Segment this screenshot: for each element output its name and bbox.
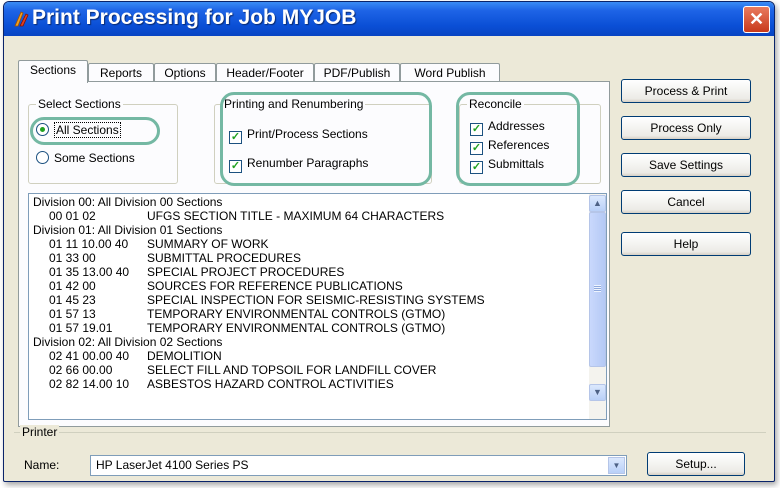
list-item-section[interactable]: 01 57 13 TEMPORARY ENVIRONMENTAL CONTROLS…: [49, 307, 569, 321]
section-title: TEMPORARY ENVIRONMENTAL CONTROLS (GTMO): [147, 321, 446, 335]
scroll-thumb[interactable]: [589, 212, 606, 367]
section-number: 01 35 13.00 40: [49, 265, 130, 279]
section-number: 01 42 00: [49, 279, 96, 293]
checkmark-icon: ✓: [229, 160, 242, 173]
list-item-section[interactable]: 00 01 02 UFGS SECTION TITLE - MAXIMUM 64 …: [49, 209, 569, 223]
division-text: Division 02: All Division 02 Sections: [33, 335, 223, 349]
section-title: SPECIAL PROJECT PROCEDURES: [147, 265, 345, 279]
tab-word-publish[interactable]: Word Publish: [400, 63, 500, 82]
scroll-up-button[interactable]: ▲: [589, 195, 606, 212]
list-item-section[interactable]: 01 11 10.00 40 SUMMARY OF WORK: [49, 237, 569, 251]
title-bar[interactable]: Print Processing for Job MYJOB ✕: [4, 2, 774, 36]
section-number: 01 57 19.01: [49, 321, 113, 335]
printing-renumbering-group: Printing and Renumbering ✓ Print/Process …: [214, 97, 432, 184]
section-title: SELECT FILL AND TOPSOIL FOR LANDFILL COV…: [147, 363, 437, 377]
printer-name-label: Name:: [24, 458, 60, 472]
section-number: 01 45 23: [49, 293, 96, 307]
save-settings-button[interactable]: Save Settings: [621, 153, 751, 177]
grip-icon: [594, 285, 601, 292]
checkmark-icon: ✓: [470, 161, 483, 174]
tab-header-footer[interactable]: Header/Footer: [216, 63, 314, 82]
process-print-button[interactable]: Process & Print: [621, 79, 751, 103]
printing-renumbering-title: Printing and Renumbering: [222, 97, 366, 111]
all-sections-label: All Sections: [54, 122, 121, 138]
section-title: ASBESTOS HAZARD CONTROL ACTIVITIES: [147, 377, 394, 391]
print-processing-dialog: Print Processing for Job MYJOB ✕ Section…: [3, 1, 775, 482]
list-item-division[interactable]: Division 01: All Division 01 Sections: [33, 223, 222, 237]
close-button[interactable]: ✕: [743, 6, 770, 33]
printer-name-value: HP LaserJet 4100 Series PS: [96, 458, 249, 472]
reconcile-group: Reconcile ✓ Addresses ✓ References ✓ Submit…: [459, 97, 601, 184]
dropdown-arrow-icon[interactable]: ▼: [608, 457, 625, 474]
section-number: 01 33 00: [49, 251, 96, 265]
print-process-label: Print/Process Sections: [247, 127, 368, 141]
some-sections-radio[interactable]: Some Sections: [36, 151, 135, 165]
window-title: Print Processing for Job MYJOB: [32, 6, 357, 29]
select-sections-group: Select Sections All Sections Some Sectio…: [28, 97, 178, 184]
scroll-down-button[interactable]: ▼: [589, 384, 606, 401]
section-title: UFGS SECTION TITLE - MAXIMUM 64 CHARACTE…: [147, 209, 445, 223]
app-icon: [14, 11, 29, 27]
setup-button[interactable]: Setup...: [647, 452, 745, 476]
all-sections-radio[interactable]: All Sections: [36, 122, 121, 138]
list-item-section[interactable]: 02 66 00.00 SELECT FILL AND TOPSOIL FOR L…: [49, 363, 569, 377]
list-item-section[interactable]: 02 41 00.00 40 DEMOLITION: [49, 349, 569, 363]
checkmark-icon: ✓: [229, 131, 242, 144]
list-item-section[interactable]: 01 42 00 SOURCES FOR REFERENCE PUBLICATIO…: [49, 279, 569, 293]
renumber-paragraphs-label: Renumber Paragraphs: [247, 156, 369, 170]
section-number: 02 41 00.00 40: [49, 349, 130, 363]
division-text: Division 00: All Division 00 Sections: [33, 195, 223, 209]
tab-sections[interactable]: Sections: [18, 60, 88, 83]
printer-title: Printer: [20, 425, 60, 439]
help-button[interactable]: Help: [621, 232, 751, 256]
section-number: 01 11 10.00 40: [49, 237, 129, 251]
section-title: DEMOLITION: [147, 349, 222, 363]
references-label: References: [488, 138, 550, 152]
addresses-label: Addresses: [488, 119, 545, 133]
list-item-division[interactable]: Division 02: All Division 02 Sections: [33, 335, 222, 349]
section-number: 02 82 14.00 10: [49, 377, 130, 391]
print-process-checkbox[interactable]: ✓ Print/Process Sections: [229, 127, 368, 144]
tab-pdf-publish[interactable]: PDF/Publish: [314, 63, 400, 82]
section-title: SOURCES FOR REFERENCE PUBLICATIONS: [147, 279, 403, 293]
cancel-button[interactable]: Cancel: [621, 190, 751, 214]
section-title: SUMMARY OF WORK: [147, 237, 269, 251]
submittals-label: Submittals: [488, 157, 545, 171]
reconcile-title: Reconcile: [467, 97, 524, 111]
section-title: SUBMITTAL PROCEDURES: [147, 251, 302, 265]
radio-unselected-icon: [36, 151, 49, 164]
list-item-section[interactable]: 01 57 19.01 TEMPORARY ENVIRONMENTAL CONTR…: [49, 321, 569, 335]
section-number: 00 01 02: [49, 209, 96, 223]
renumber-paragraphs-checkbox[interactable]: ✓ Renumber Paragraphs: [229, 156, 368, 173]
process-only-button[interactable]: Process Only: [621, 116, 751, 140]
vertical-scrollbar[interactable]: ▲ ▼: [589, 194, 606, 419]
addresses-checkbox[interactable]: ✓ Addresses: [470, 119, 545, 136]
some-sections-label: Some Sections: [54, 151, 135, 165]
list-item-section[interactable]: 01 45 23 SPECIAL INSPECTION FOR SEISMIC-R…: [49, 293, 569, 307]
sections-listbox[interactable]: Division 00: All Division 00 Sections 00…: [28, 193, 607, 420]
list-item-division[interactable]: Division 00: All Division 00 Sections: [33, 195, 222, 209]
printer-name-select[interactable]: HP LaserJet 4100 Series PS ▼: [90, 455, 627, 476]
submittals-checkbox[interactable]: ✓ Submittals: [470, 157, 544, 174]
list-item-section[interactable]: 02 82 14.00 10 ASBESTOS HAZARD CONTROL AC…: [49, 377, 569, 391]
checkmark-icon: ✓: [470, 142, 483, 155]
tab-options[interactable]: Options: [154, 63, 216, 82]
checkmark-icon: ✓: [470, 123, 483, 136]
section-title: SPECIAL INSPECTION FOR SEISMIC-RESISTING…: [147, 293, 485, 307]
section-number: 01 57 13: [49, 307, 96, 321]
references-checkbox[interactable]: ✓ References: [470, 138, 549, 155]
section-title: TEMPORARY ENVIRONMENTAL CONTROLS (GTMO): [147, 307, 446, 321]
list-item-section[interactable]: 01 35 13.00 40 SPECIAL PROJECT PROCEDURES: [49, 265, 569, 279]
select-sections-title: Select Sections: [36, 97, 123, 111]
list-item-section[interactable]: 01 33 00 SUBMITTAL PROCEDURES: [49, 251, 569, 265]
division-text: Division 01: All Division 01 Sections: [33, 223, 223, 237]
tab-reports[interactable]: Reports: [88, 63, 154, 82]
section-number: 02 66 00.00: [49, 363, 113, 377]
radio-selected-icon: [36, 123, 49, 136]
